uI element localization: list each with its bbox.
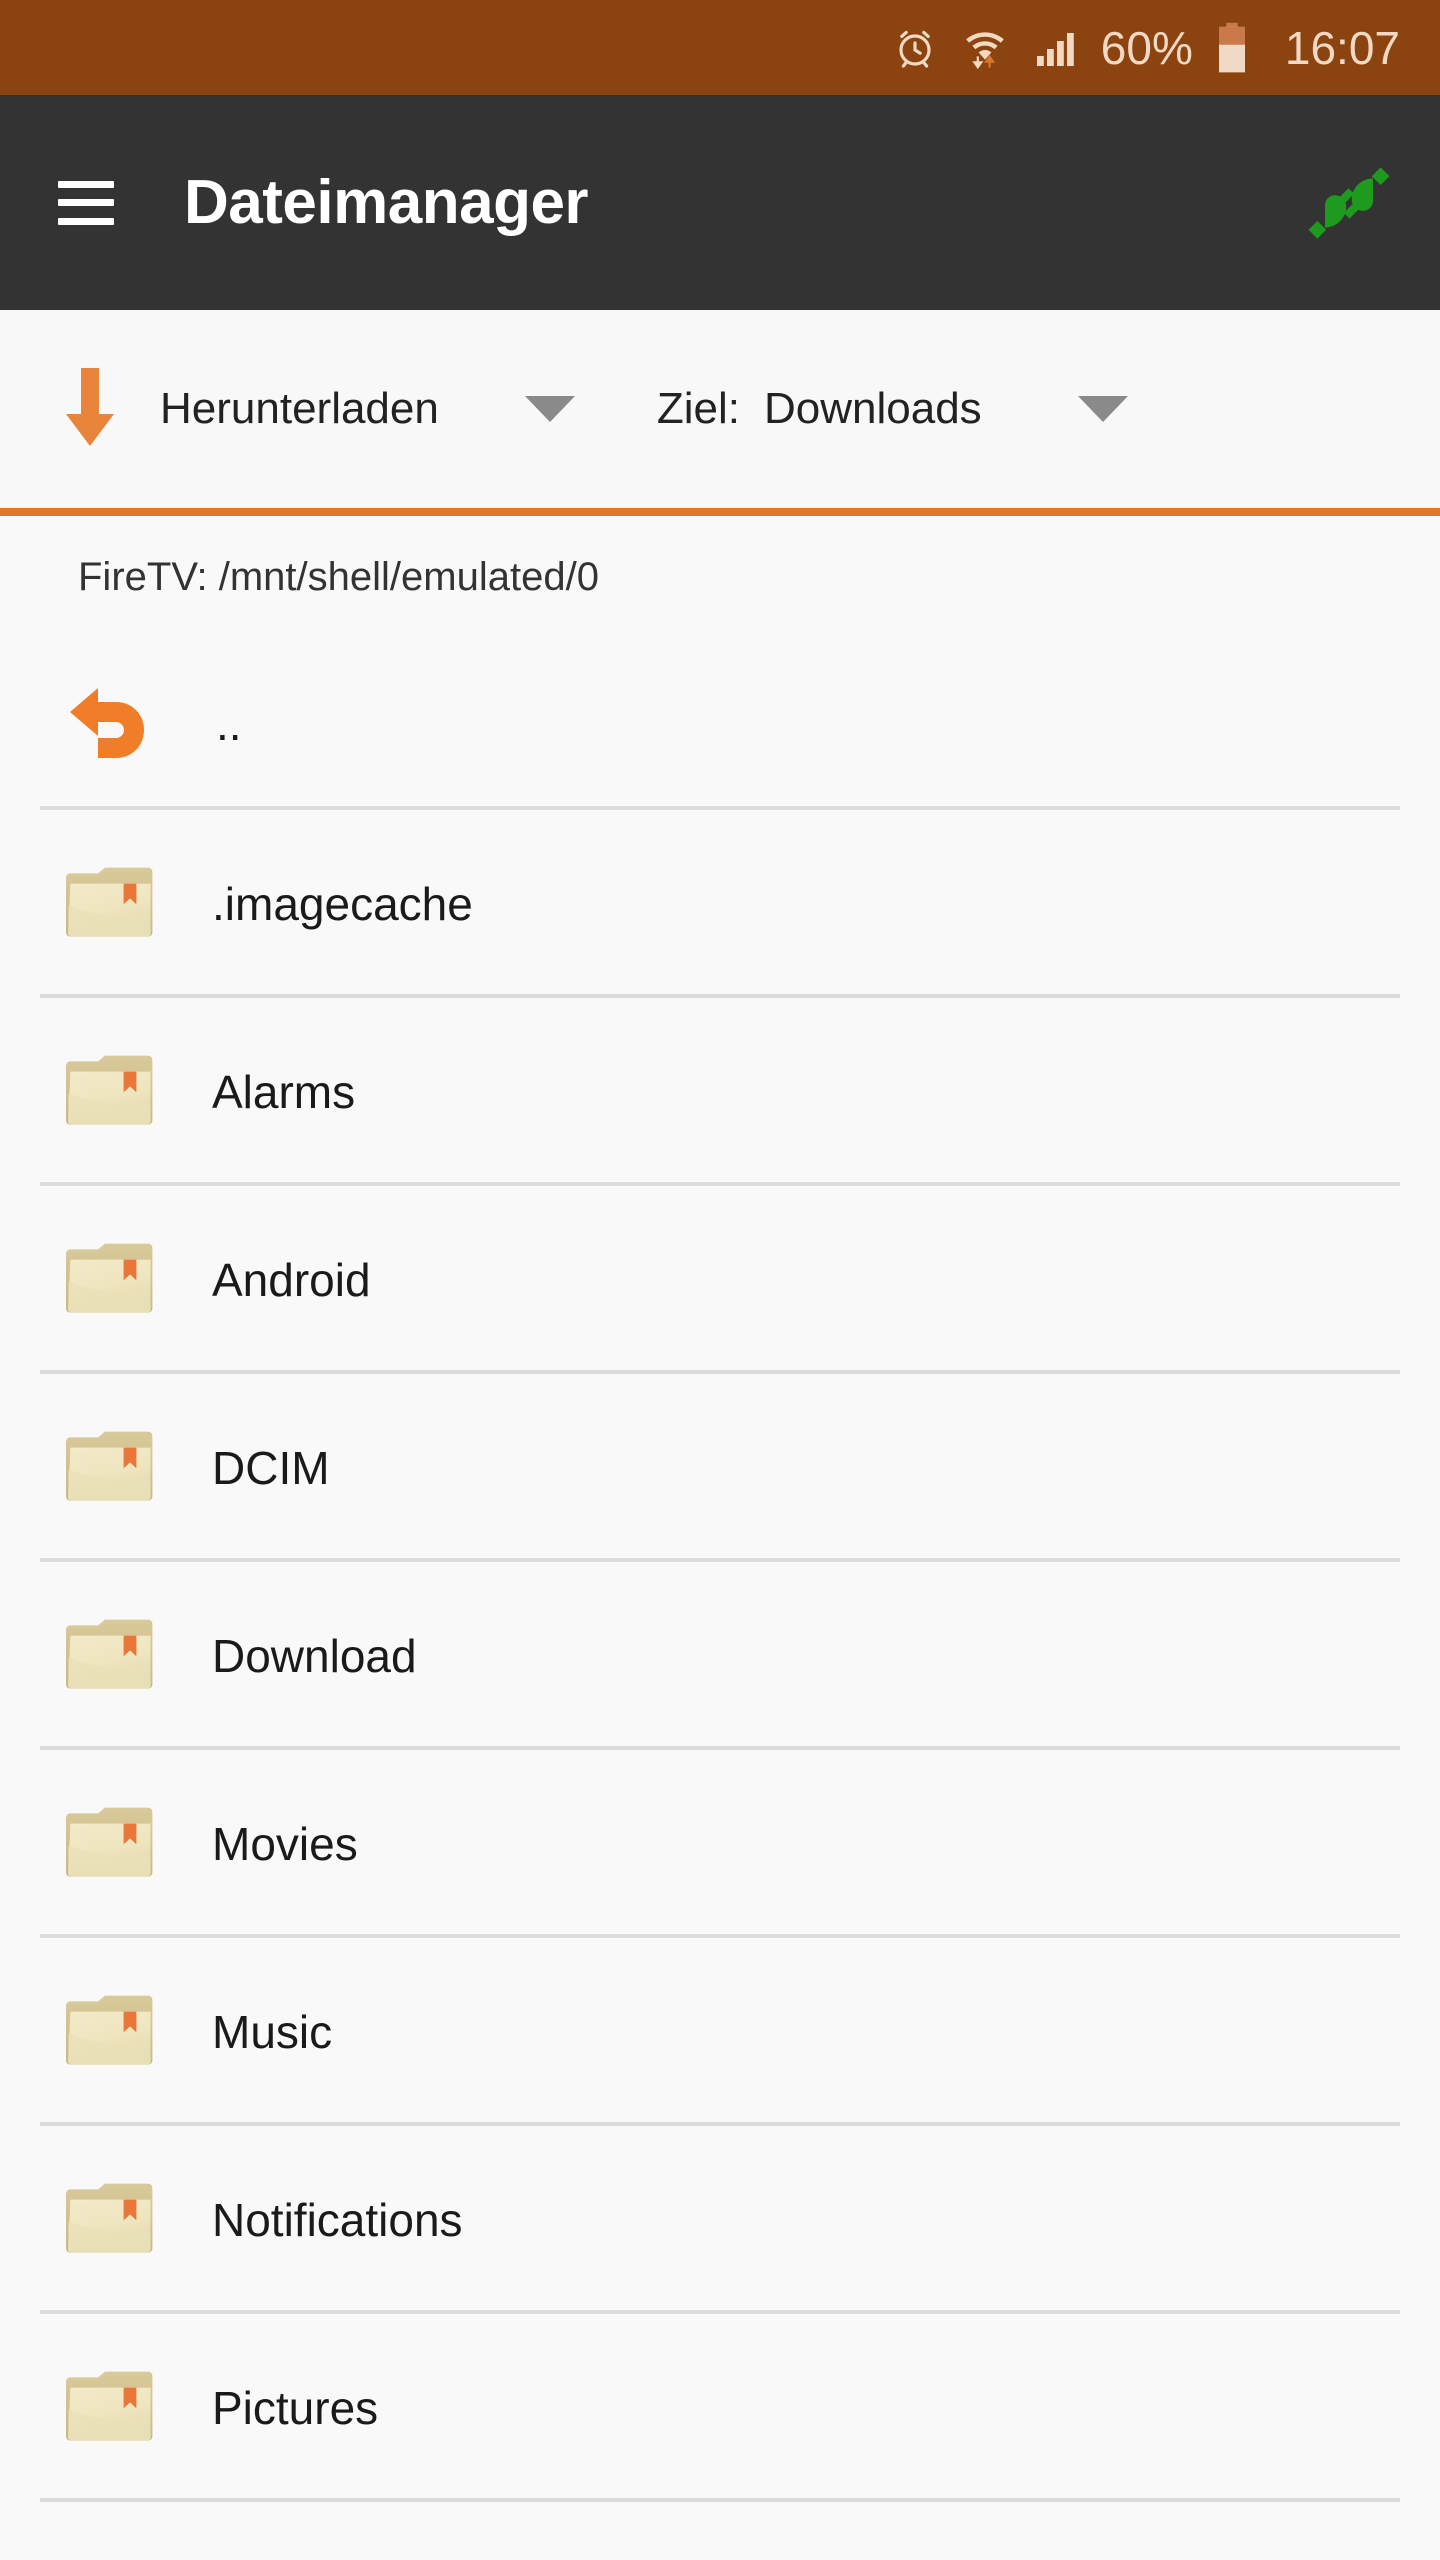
list-item-folder[interactable]: Download (0, 1562, 1440, 1750)
download-arrow-icon (62, 364, 118, 455)
chevron-down-icon (1077, 396, 1128, 422)
list-item-folder[interactable]: .imagecache (0, 810, 1440, 998)
list-item-label: Download (212, 1630, 417, 1682)
current-path-label: FireTV: /mnt/shell/emulated/0 (78, 554, 599, 599)
list-item-label: Alarms (212, 1066, 356, 1118)
hamburger-line (58, 199, 114, 206)
transfer-mode-dropdown[interactable]: Herunterladen (0, 310, 575, 508)
target-value-label: Downloads (763, 384, 982, 433)
hamburger-menu-icon[interactable] (58, 180, 114, 225)
folder-icon (40, 1054, 180, 1130)
list-item-label: DCIM (212, 1442, 330, 1494)
list-item-label: Pictures (212, 2382, 379, 2434)
transfer-mode-label: Herunterladen (160, 384, 439, 433)
status-bar: 60% 16:07 (0, 0, 1440, 95)
list-item-label: Android (212, 1254, 371, 1306)
target-key-label: Ziel: (656, 384, 740, 433)
folder-icon (40, 2182, 180, 2258)
list-item-parent-directory[interactable]: .. (0, 638, 1440, 810)
folder-icon (40, 1242, 180, 1318)
list-item-folder[interactable]: DCIM (0, 1374, 1440, 1562)
status-bar-icons: 60% 16:07 (891, 22, 1400, 74)
folder-icon (40, 1618, 180, 1694)
folder-icon (40, 866, 180, 942)
chevron-down-icon (524, 396, 575, 422)
signal-bars-icon (1031, 24, 1079, 72)
back-arrow-icon (40, 684, 180, 764)
folder-icon (40, 1994, 180, 2070)
file-browser-content: FireTV: /mnt/shell/emulated/0 .. .imagec… (0, 516, 1440, 2560)
alarm-clock-icon (891, 24, 939, 72)
list-item-folder[interactable]: Notifications (0, 2126, 1440, 2314)
list-item-folder[interactable]: Movies (0, 1750, 1440, 1938)
toolbar-divider (0, 508, 1440, 516)
breadcrumb: FireTV: /mnt/shell/emulated/0 (0, 516, 1440, 638)
list-item-label: Music (212, 2006, 333, 2058)
row-divider (40, 2498, 1400, 2502)
battery-percent-label: 60% (1100, 21, 1193, 74)
plug-connected-icon[interactable] (1294, 148, 1404, 258)
list-item-label: .. (216, 698, 242, 750)
folder-icon (40, 2370, 180, 2446)
status-bar-clock: 16:07 (1284, 21, 1400, 74)
list-item-folder[interactable]: Music (0, 1938, 1440, 2126)
folder-icon (40, 1806, 180, 1882)
list-item-folder[interactable]: Pictures (0, 2314, 1440, 2502)
action-toolbar: Herunterladen Ziel: Downloads (0, 310, 1440, 508)
hamburger-line (58, 217, 114, 225)
list-item-label: .imagecache (212, 878, 473, 930)
file-list: .. .imagecache Alarms Android DCIM Downl… (0, 638, 1440, 2502)
list-item-label: Movies (212, 1818, 358, 1870)
list-item-label: Notifications (212, 2194, 463, 2246)
list-item-folder[interactable]: Alarms (0, 998, 1440, 1186)
hamburger-line (58, 180, 114, 188)
target-dropdown[interactable]: Ziel: Downloads (657, 310, 1128, 508)
battery-icon (1215, 22, 1249, 74)
folder-icon (40, 1430, 180, 1506)
app-bar: Dateimanager (0, 95, 1440, 310)
wifi-icon (961, 24, 1009, 72)
page-title: Dateimanager (184, 168, 589, 237)
list-item-folder[interactable]: Android (0, 1186, 1440, 1374)
